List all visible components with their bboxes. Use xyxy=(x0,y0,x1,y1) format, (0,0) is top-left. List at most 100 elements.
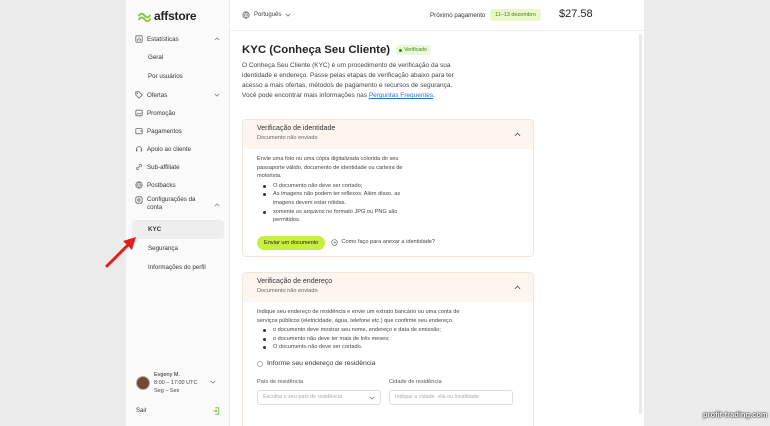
address-card-header[interactable]: Verificação de endereço Documento não en… xyxy=(243,273,533,302)
link-icon xyxy=(136,164,142,170)
sidebar-item-label: Pagamentos xyxy=(147,127,182,135)
watermark: profit-trading.com xyxy=(703,410,768,419)
help-link-label: Como faço para anexar a identidade? xyxy=(341,239,436,246)
chevron-up-icon xyxy=(214,37,220,41)
globe-icon xyxy=(242,11,250,19)
balance: $27.58 xyxy=(559,8,593,20)
logout-button[interactable]: Sair xyxy=(136,407,220,415)
app-window: affstore Estatísticas Geral Por usuários… xyxy=(126,0,644,426)
manager-name: Evgeny M. xyxy=(154,372,180,378)
sidebar-subitem-security[interactable]: Segurança xyxy=(132,239,224,258)
help-circle-icon xyxy=(331,239,339,246)
next-payment-label: Próximo pagamento xyxy=(430,12,486,19)
sidebar-item-label: Promoção xyxy=(147,109,176,117)
status-badge-label: Verificado xyxy=(404,47,427,53)
sidebar-item-postbacks[interactable]: Postbacks xyxy=(132,176,224,194)
gear-icon xyxy=(135,196,143,204)
city-label: Cidade de residência xyxy=(389,378,442,385)
address-title: Verificação de endereço xyxy=(257,278,333,285)
sidebar-item-label: Apoio ao cliente xyxy=(147,145,192,153)
identity-card-header[interactable]: Verificação de identidade Documento não … xyxy=(243,120,533,149)
manager-hours: 8:00 – 17:00 UTC xyxy=(154,380,198,386)
sidebar-item-label: Estatísticas xyxy=(147,35,179,43)
headset-icon xyxy=(136,146,142,152)
city-placeholder: Indique a cidade, vila ou localidade xyxy=(395,394,479,401)
radio-label: Informe seu endereço de residência xyxy=(267,359,376,367)
page-title: KYC (Conheça Seu Cliente) xyxy=(242,44,391,56)
chevron-up-icon xyxy=(214,203,220,207)
image-icon xyxy=(135,109,143,117)
logo-text: affstore xyxy=(154,9,197,23)
next-payment-badge: 11–13 dezembro xyxy=(490,9,541,21)
wallet-icon xyxy=(135,128,143,135)
city-input[interactable]: Indique a cidade, vila ou localidade xyxy=(389,390,513,406)
kyc-intro: O Conheça Seu Cliente (KYC) é um procedi… xyxy=(242,61,464,101)
sidebar-subitem-profile-info[interactable]: Informações do perfil xyxy=(132,258,224,277)
sidebar-subitem-by-users[interactable]: Por usuários xyxy=(132,67,224,86)
country-label: País de residência xyxy=(257,378,304,385)
chart-icon xyxy=(135,35,143,43)
top-bar: Português Próximo pagamento 11–13 dezemb… xyxy=(230,0,644,31)
list-item: o documento não deve ter mais de três me… xyxy=(257,335,519,344)
country-field: País de residência Escolha o seu país de… xyxy=(257,378,381,406)
address-card: Verificação de endereço Documento não en… xyxy=(242,272,534,426)
identity-help-link[interactable]: Como faço para anexar a identidade? xyxy=(331,238,435,247)
chevron-up-icon xyxy=(514,132,521,137)
upload-document-button[interactable]: Enviar um documento xyxy=(257,235,326,250)
sidebar-item-support[interactable]: Apoio ao cliente xyxy=(132,140,224,158)
list-item: o documento deve mostrar seu nome, ender… xyxy=(257,326,519,335)
chevron-down-icon xyxy=(210,380,216,384)
manager-days: Seg – Sex xyxy=(154,388,180,394)
sidebar-item-label: Sub-affiliate xyxy=(147,163,180,171)
sidebar-item-promotion[interactable]: Promoção xyxy=(132,104,224,122)
sidebar-nav: Estatísticas Geral Por usuários Ofertas … xyxy=(132,30,224,277)
identity-card: Verificação de identidade Documento não … xyxy=(242,119,534,257)
faq-link[interactable]: Perguntas Frequentes xyxy=(369,92,433,99)
sidebar-item-offers[interactable]: Ofertas xyxy=(132,86,224,104)
country-select[interactable]: Escolha o seu país de residência xyxy=(257,390,381,406)
sidebar: affstore Estatísticas Geral Por usuários… xyxy=(126,0,230,426)
address-status: Documento não enviado xyxy=(257,288,318,294)
sidebar-subitem-general[interactable]: Geral xyxy=(132,48,224,67)
manager-info: Evgeny M. 8:00 – 17:00 UTC Seg – Sex xyxy=(154,371,197,395)
list-item: O documento não deve ser cortado; xyxy=(257,182,421,191)
sidebar-item-statistics[interactable]: Estatísticas xyxy=(132,30,224,48)
globe-icon xyxy=(135,181,143,189)
identity-card-body: Envie uma foto ou uma cópia digitalizada… xyxy=(243,149,533,256)
sidebar-subitem-kyc[interactable]: KYC xyxy=(132,220,224,239)
red-arrow-annotation xyxy=(105,237,136,268)
list-item: somente os arquivos no formato JPG ou PN… xyxy=(257,208,421,225)
sidebar-item-payments[interactable]: Pagamentos xyxy=(132,122,224,140)
identity-description: Envie uma foto ou uma cópia digitalizada… xyxy=(257,156,403,180)
sidebar-item-label: Configurações da conta xyxy=(147,196,196,211)
identity-actions: Enviar um documento Como faço para anexa… xyxy=(257,235,519,250)
chevron-up-icon xyxy=(514,285,521,290)
account-manager[interactable]: Evgeny M. 8:00 – 17:00 UTC Seg – Sex xyxy=(136,371,222,395)
identity-rules: O documento não deve ser cortado; As ima… xyxy=(257,182,421,225)
address-fields: País de residência Escolha o seu país de… xyxy=(257,378,519,406)
identity-status: Documento não enviado xyxy=(257,135,318,141)
logout-label: Sair xyxy=(136,408,147,414)
chevron-down-icon xyxy=(285,13,291,17)
identity-title: Verificação de identidade xyxy=(257,125,336,132)
status-badge: Verificado xyxy=(396,45,431,55)
list-item: As imagens não podem ter reflexos. Além … xyxy=(257,190,421,207)
sidebar-item-account-settings[interactable]: Configurações da conta xyxy=(132,194,224,220)
country-placeholder: Escolha o seu país de residência xyxy=(263,394,343,401)
address-card-body: Indique seu endereço de residência e env… xyxy=(243,302,533,411)
scrollbar[interactable] xyxy=(639,34,642,414)
tag-icon xyxy=(135,91,143,99)
radio-button[interactable] xyxy=(257,361,263,368)
logo[interactable]: affstore xyxy=(138,9,197,23)
sidebar-item-label: Postbacks xyxy=(147,181,176,189)
kyc-header: KYC (Conheça Seu Cliente) Verificado O C… xyxy=(242,44,542,101)
avatar xyxy=(136,376,150,390)
address-radio-option[interactable]: Informe seu endereço de residência xyxy=(257,360,519,369)
intro-end: . xyxy=(433,92,435,99)
address-rules: o documento deve mostrar seu nome, ender… xyxy=(257,326,519,352)
list-item: O documento não deve ser cortado. xyxy=(257,343,519,352)
chevron-down-icon xyxy=(369,396,375,400)
sidebar-item-sub-affiliate[interactable]: Sub-affiliate xyxy=(132,158,224,176)
status-dot-icon xyxy=(399,48,403,52)
language-selector[interactable]: Português xyxy=(242,11,291,19)
